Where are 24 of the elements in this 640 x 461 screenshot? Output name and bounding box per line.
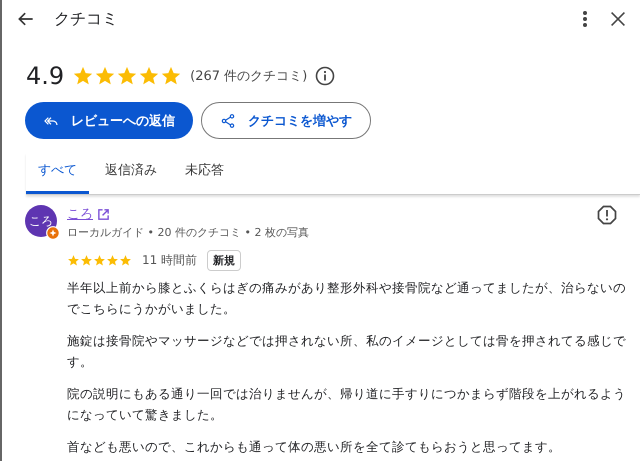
rating-value: 4.9 (26, 62, 64, 90)
share-icon (220, 112, 236, 128)
external-link-icon[interactable] (97, 208, 110, 220)
review-paragraph: 院の説明にもある通り一回では治りませんが、帰り道に手すりにつかまらず階段を上がれるようになっていて驚きました。 (67, 385, 627, 424)
page-title: クチコミ (54, 8, 118, 30)
review-paragraph: 首なども悪いので、これからも通って体の悪い所を全て診てもらおうと思ってます。 (67, 438, 562, 456)
author-link[interactable]: ころ (67, 205, 93, 223)
review-count: (267 件のクチコミ) (190, 68, 308, 85)
new-badge: 新規 (207, 250, 242, 271)
local-guide-icon (46, 226, 60, 240)
author-meta: ローカルガイド • 20 件のクチコミ • 2 枚の写真 (67, 225, 309, 240)
share-button[interactable]: クチコミを増やす (201, 102, 371, 139)
filter-tab[interactable]: 返信済み (93, 153, 169, 194)
close-icon[interactable] (610, 11, 626, 27)
filter-tab[interactable]: 未応答 (173, 153, 236, 194)
reply-button[interactable]: レビューへの返信 (25, 102, 193, 139)
user-avatar: ころ (25, 205, 57, 237)
review-paragraph: 半年以上前から膝とふくらはぎの痛みがあり整形外科や接骨院など通ってましたが、治らないのでこちらにうかがいました。 (67, 279, 627, 318)
more-icon[interactable] (582, 9, 588, 29)
review-paragraph: 施錠は接骨院やマッサージなどでは押されない所、私のイメージとしては骨を押されてる感じです。 (67, 332, 627, 371)
filter-tab[interactable]: すべて (26, 153, 89, 194)
report-icon[interactable] (597, 205, 617, 225)
review-time: 11 時間前 (142, 252, 198, 269)
info-icon[interactable] (315, 66, 336, 86)
